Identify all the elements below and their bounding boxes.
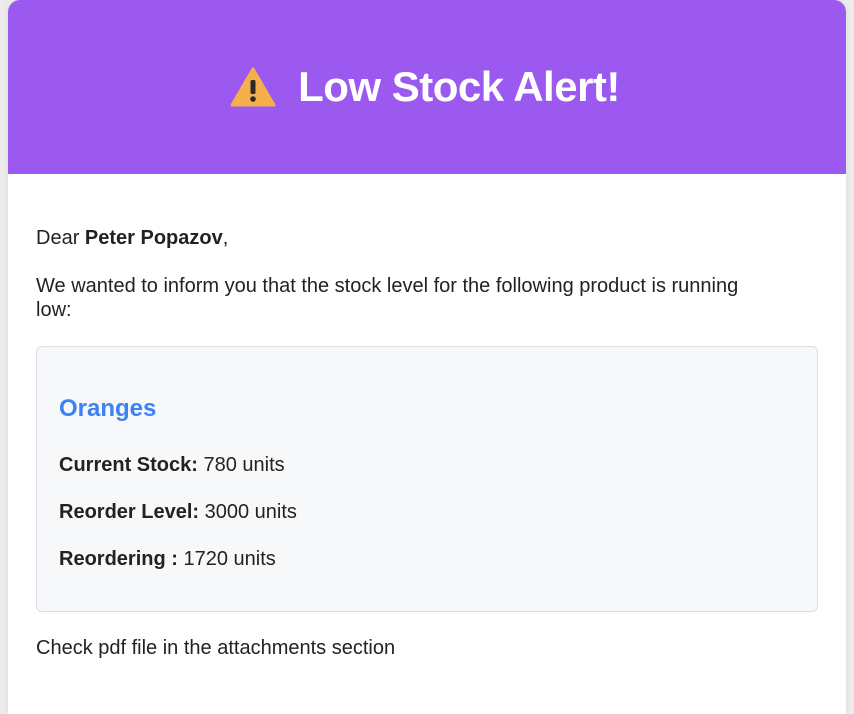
product-card: Oranges Current Stock: 780 units Reorder… — [36, 346, 818, 612]
reorder-level-label: Reorder Level: — [59, 501, 200, 523]
product-name: Oranges — [59, 395, 157, 422]
alert-title: Low Stock Alert! — [298, 63, 620, 110]
reordering-label: Reordering : — [59, 548, 178, 570]
greeting: Dear Peter Popazov, — [36, 226, 818, 250]
email-body: Dear Peter Popazov, We wanted to inform … — [8, 174, 846, 660]
greeting-prefix: Dear — [36, 227, 85, 249]
current-stock-value: 780 units — [197, 454, 285, 476]
current-stock-row: Current Stock: 780 units — [59, 453, 795, 477]
reorder-level-value: 3000 units — [199, 501, 297, 523]
recipient-name: Peter Popazov — [84, 227, 223, 249]
reorder-level-row: Reorder Level: 3000 units — [59, 500, 795, 524]
alert-header-content: Low Stock Alert! — [230, 63, 620, 111]
email-card: Low Stock Alert! Dear Peter Popazov, We … — [8, 0, 846, 714]
attachments-note: Check pdf file in the attachments sectio… — [36, 637, 396, 659]
intro-text: We wanted to inform you that the stock l… — [36, 275, 739, 321]
warning-icon — [230, 67, 276, 107]
greeting-suffix: , — [222, 227, 229, 249]
reordering-value: 1720 units — [177, 548, 276, 570]
current-stock-label: Current Stock: — [59, 454, 198, 476]
alert-header: Low Stock Alert! — [8, 0, 846, 174]
reordering-row: Reordering : 1720 units — [59, 547, 795, 571]
